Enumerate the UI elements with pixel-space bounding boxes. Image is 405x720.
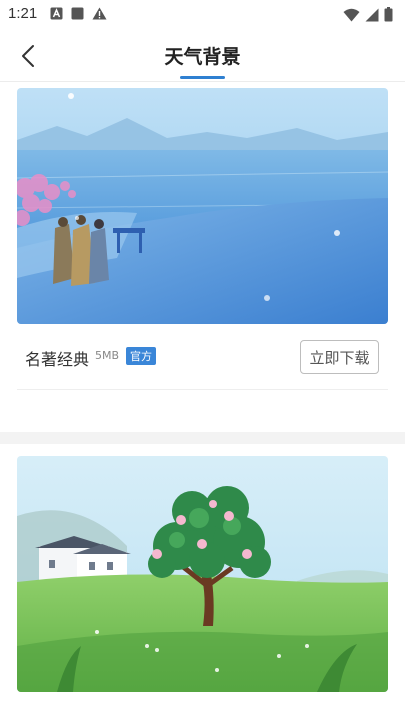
title-underline <box>180 76 225 79</box>
status-bar: 1:21 <box>0 0 405 30</box>
background-title: 名著经典 <box>25 350 90 369</box>
system-icons <box>343 7 393 22</box>
official-badge: 官方 <box>126 347 156 365</box>
square-notification-icon <box>71 7 84 20</box>
nav-bar: 天气背景 <box>0 30 405 82</box>
signal-icon <box>365 8 379 21</box>
background-card <box>17 456 388 720</box>
download-button[interactable]: 立即下载 <box>300 340 379 374</box>
background-preview-image[interactable] <box>17 456 388 692</box>
notification-icons <box>50 7 107 20</box>
a-notification-icon <box>50 7 63 20</box>
card-info: 名著经典 5MB 官方 立即下载 <box>17 324 388 390</box>
background-preview-image[interactable] <box>17 88 388 324</box>
background-card: 名著经典 5MB 官方 立即下载 <box>17 88 388 390</box>
status-time: 1:21 <box>8 5 38 22</box>
file-size: 5MB <box>95 349 120 362</box>
section-divider <box>0 432 405 444</box>
battery-icon <box>384 7 393 22</box>
wifi-icon <box>343 8 360 21</box>
warning-icon <box>92 7 107 20</box>
page-title: 天气背景 <box>164 46 241 68</box>
